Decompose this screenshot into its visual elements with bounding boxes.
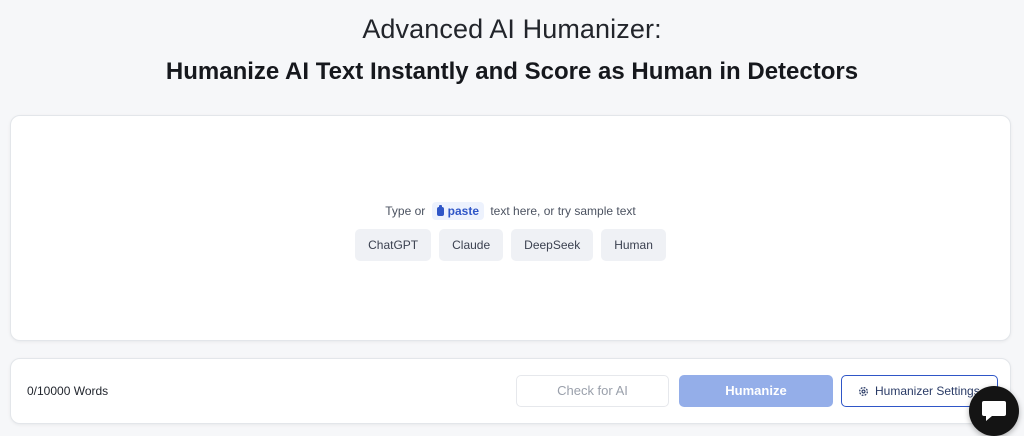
humanize-button[interactable]: Humanize	[679, 375, 833, 407]
sample-human-button[interactable]: Human	[601, 229, 666, 261]
paste-button[interactable]: paste	[431, 202, 484, 220]
chat-bubble-icon	[982, 401, 1006, 421]
clipboard-icon	[436, 205, 444, 216]
paste-label: paste	[447, 204, 479, 218]
action-bar: 0/10000 Words Check for AI Humanize Huma…	[10, 358, 1011, 424]
chat-button[interactable]	[969, 386, 1019, 436]
text-editor[interactable]: Type or paste text here, or try sample t…	[10, 115, 1011, 341]
page-title: Advanced AI Humanizer:	[362, 14, 662, 44]
sample-claude-button[interactable]: Claude	[439, 229, 504, 261]
check-for-ai-button[interactable]: Check for AI	[516, 375, 669, 407]
sample-deepseek-button[interactable]: DeepSeek	[511, 229, 594, 261]
sample-chatgpt-button[interactable]: ChatGPT	[355, 229, 432, 261]
humanizer-settings-label: Humanizer Settings	[875, 384, 980, 398]
page-subtitle: Humanize AI Text Instantly and Score as …	[165, 58, 859, 85]
hint-prefix: Type or	[385, 204, 426, 218]
sample-text-buttons: ChatGPT Claude DeepSeek Human	[11, 229, 1010, 261]
hint-suffix: text here, or try sample text	[490, 204, 636, 218]
editor-hint: Type or paste text here, or try sample t…	[11, 202, 1010, 220]
word-count: 0/10000 Words	[27, 384, 109, 398]
gear-icon	[859, 387, 868, 396]
